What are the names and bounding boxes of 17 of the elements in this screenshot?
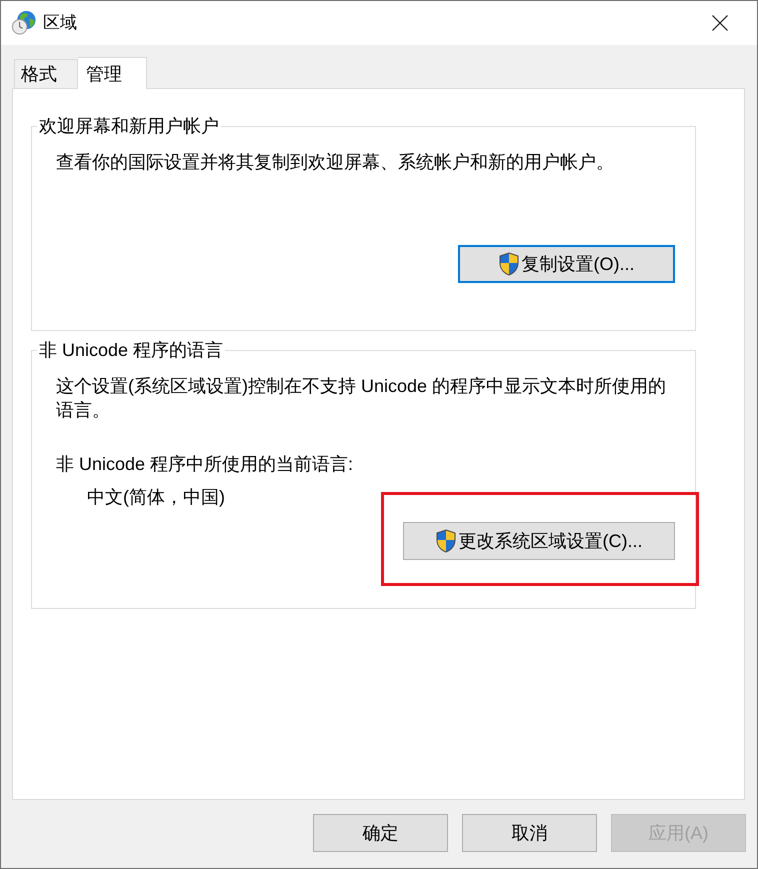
shield-icon [498, 252, 518, 276]
group-title: 欢迎屏幕和新用户帐户 [38, 115, 220, 138]
globe-clock-icon [11, 10, 36, 35]
description-text: 查看你的国际设置并将其复制到欢迎屏幕、系统帐户和新的用户帐户。 [56, 151, 614, 174]
change-system-locale-button[interactable]: 更改系统区域设置(C)... [403, 522, 675, 560]
window-title: 区域 [43, 12, 77, 34]
shield-icon [436, 529, 456, 553]
language-label: 非 Unicode 程序中所使用的当前语言: [56, 453, 354, 476]
copy-settings-button[interactable]: 复制设置(O)... [458, 245, 675, 283]
ok-button[interactable]: 确定 [313, 814, 448, 852]
tab[interactable]: 格式 [14, 59, 78, 88]
close-icon[interactable] [712, 15, 728, 31]
description-text: 这个设置(系统区域设置)控制在不支持 Unicode 的程序中显示文本时所使用的语言。 [56, 375, 668, 422]
group-title: 非 Unicode 程序的语言 [38, 339, 224, 362]
tab[interactable]: 管理 [78, 57, 147, 89]
cancel-button[interactable]: 取消 [462, 814, 597, 852]
language-value: 中文(简体，中国) [87, 486, 225, 509]
